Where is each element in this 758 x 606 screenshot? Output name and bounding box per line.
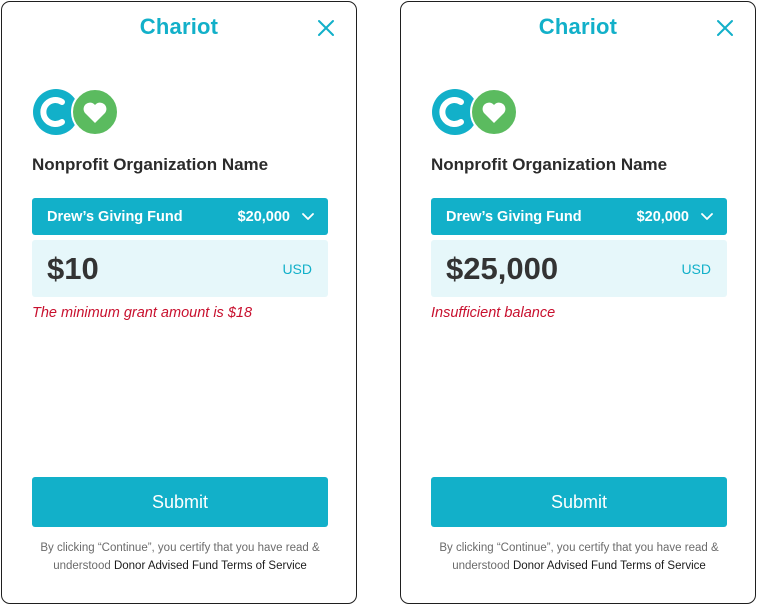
amount-input[interactable]: $10 xyxy=(47,251,282,287)
submit-button[interactable]: Submit xyxy=(32,477,328,527)
fund-dropdown[interactable]: Drew’s Giving Fund $20,000 xyxy=(431,198,727,235)
close-icon[interactable] xyxy=(316,18,336,38)
partner-logos xyxy=(432,88,518,136)
currency-label: USD xyxy=(681,260,711,277)
legal-notice: By clicking “Continue”, you certify that… xyxy=(22,539,338,575)
error-message: The minimum grant amount is $18 xyxy=(32,305,253,321)
amount-input[interactable]: $25,000 xyxy=(446,251,681,287)
fund-name: Drew’s Giving Fund xyxy=(446,208,582,225)
fund-dropdown[interactable]: Drew’s Giving Fund $20,000 xyxy=(32,198,328,235)
chevron-down-icon xyxy=(302,212,314,220)
terms-of-service-link[interactable]: Donor Advised Fund Terms of Service xyxy=(114,560,307,572)
grant-modal-balance-error: Chariot Nonprofit Organization Name Drew… xyxy=(400,1,756,604)
chevron-down-icon xyxy=(701,212,713,220)
chariot-logo: Chariot xyxy=(538,14,618,39)
legal-notice: By clicking “Continue”, you certify that… xyxy=(421,539,737,575)
heart-circle-icon xyxy=(71,88,119,136)
amount-field[interactable]: $25,000 USD xyxy=(431,240,727,297)
chariot-logo: Chariot xyxy=(139,14,219,39)
close-icon[interactable] xyxy=(715,18,735,38)
terms-of-service-link[interactable]: Donor Advised Fund Terms of Service xyxy=(513,560,706,572)
organization-name: Nonprofit Organization Name xyxy=(431,155,668,174)
fund-balance: $20,000 xyxy=(237,208,290,225)
heart-circle-icon xyxy=(470,88,518,136)
error-message: Insufficient balance xyxy=(431,305,556,321)
grant-modal-minimum-error: Chariot Nonprofit Organization Name Drew… xyxy=(1,1,357,604)
currency-label: USD xyxy=(282,260,312,277)
submit-button[interactable]: Submit xyxy=(431,477,727,527)
fund-balance: $20,000 xyxy=(636,208,689,225)
amount-field[interactable]: $10 USD xyxy=(32,240,328,297)
partner-logos xyxy=(33,88,119,136)
fund-name: Drew’s Giving Fund xyxy=(47,208,183,225)
organization-name: Nonprofit Organization Name xyxy=(32,155,269,174)
